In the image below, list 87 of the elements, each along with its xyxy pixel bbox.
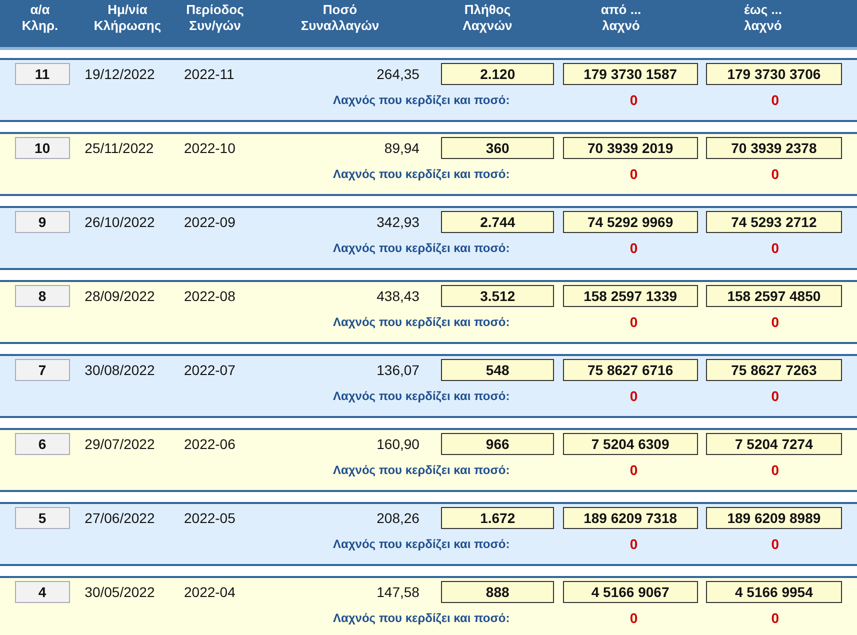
column-header: Περίοδος Συν/γών bbox=[185, 2, 245, 35]
winning-label: Λαχνός που κερδίζει και ποσό: bbox=[333, 240, 511, 257]
transaction-amount: 89,94 bbox=[383, 138, 420, 158]
draw-date: 28/09/2022 bbox=[84, 286, 156, 306]
winning-amount: 0 bbox=[770, 386, 780, 406]
ticket-from: 74 5292 9969 bbox=[562, 211, 698, 233]
column-header: από ... λαχνό bbox=[600, 2, 642, 35]
draw-period: 2022-05 bbox=[184, 508, 236, 528]
transaction-amount: 438,43 bbox=[376, 286, 420, 306]
winning-ticket: 0 bbox=[628, 164, 639, 184]
ticket-from: 189 6209 7318 bbox=[562, 507, 698, 529]
transaction-amount: 342,93 bbox=[376, 212, 420, 232]
winning-amount: 0 bbox=[770, 238, 780, 258]
transaction-amount: 208,26 bbox=[376, 508, 420, 528]
winning-ticket: 0 bbox=[628, 90, 639, 110]
winning-amount: 0 bbox=[770, 90, 780, 110]
draw-date: 30/08/2022 bbox=[84, 360, 156, 380]
draw-number: 8 bbox=[15, 285, 70, 307]
ticket-to: 70 3939 2378 bbox=[706, 137, 842, 159]
winning-label: Λαχνός που κερδίζει και ποσό: bbox=[333, 536, 511, 553]
column-header: έως ... λαχνό bbox=[742, 2, 784, 35]
winning-ticket: 0 bbox=[628, 312, 639, 332]
draw-number: 7 bbox=[15, 359, 70, 381]
column-header: α/α Κληρ. bbox=[20, 2, 60, 35]
ticket-count: 3.512 bbox=[441, 285, 554, 307]
ticket-count: 1.672 bbox=[441, 507, 554, 529]
winning-ticket: 0 bbox=[628, 534, 639, 554]
draw-date: 26/10/2022 bbox=[84, 212, 156, 232]
ticket-from: 75 8627 6716 bbox=[562, 359, 698, 381]
winning-ticket: 0 bbox=[628, 238, 639, 258]
draw-date: 30/05/2022 bbox=[84, 582, 156, 602]
ticket-from: 4 5166 9067 bbox=[562, 581, 698, 603]
ticket-count: 548 bbox=[441, 359, 554, 381]
ticket-to: 189 6209 8989 bbox=[706, 507, 842, 529]
ticket-count: 888 bbox=[441, 581, 554, 603]
ticket-from: 179 3730 1587 bbox=[562, 63, 698, 85]
draw-number: 6 bbox=[15, 433, 70, 455]
draw-number: 4 bbox=[15, 581, 70, 603]
winning-amount: 0 bbox=[770, 460, 780, 480]
transaction-amount: 160,90 bbox=[376, 434, 420, 454]
draw-period: 2022-11 bbox=[184, 64, 236, 84]
draw-number: 5 bbox=[15, 507, 70, 529]
winning-amount: 0 bbox=[770, 534, 780, 554]
transaction-amount: 264,35 bbox=[376, 64, 420, 84]
winning-label: Λαχνός που κερδίζει και ποσό: bbox=[333, 388, 511, 405]
ticket-to: 158 2597 4850 bbox=[706, 285, 842, 307]
draw-period: 2022-08 bbox=[184, 286, 236, 306]
ticket-from: 70 3939 2019 bbox=[562, 137, 698, 159]
ticket-from: 7 5204 6309 bbox=[562, 433, 698, 455]
draw-number: 9 bbox=[15, 211, 70, 233]
winning-amount: 0 bbox=[770, 164, 780, 184]
winning-amount: 0 bbox=[770, 312, 780, 332]
winning-label: Λαχνός που κερδίζει και ποσό: bbox=[333, 462, 511, 479]
column-header: Ημ/νία Κλήρωσης bbox=[92, 2, 162, 35]
ticket-to: 7 5204 7274 bbox=[706, 433, 842, 455]
draw-date: 27/06/2022 bbox=[84, 508, 156, 528]
draw-date: 25/11/2022 bbox=[84, 138, 155, 158]
winning-label: Λαχνός που κερδίζει και ποσό: bbox=[333, 610, 511, 627]
winning-ticket: 0 bbox=[628, 608, 639, 628]
draw-number: 11 bbox=[15, 63, 70, 85]
transaction-amount: 147,58 bbox=[376, 582, 420, 602]
transaction-amount: 136,07 bbox=[376, 360, 420, 380]
draw-date: 19/12/2022 bbox=[84, 64, 156, 84]
winning-ticket: 0 bbox=[628, 386, 639, 406]
winning-label: Λαχνός που κερδίζει και ποσό: bbox=[333, 166, 511, 183]
ticket-to: 74 5293 2712 bbox=[706, 211, 842, 233]
ticket-to: 75 8627 7263 bbox=[706, 359, 842, 381]
draw-period: 2022-10 bbox=[184, 138, 236, 158]
draw-period: 2022-07 bbox=[184, 360, 236, 380]
ticket-count: 2.120 bbox=[441, 63, 554, 85]
winning-amount: 0 bbox=[770, 608, 780, 628]
draw-date: 29/07/2022 bbox=[84, 434, 156, 454]
ticket-from: 158 2597 1339 bbox=[562, 285, 698, 307]
draw-period: 2022-06 bbox=[184, 434, 236, 454]
ticket-count: 966 bbox=[441, 433, 554, 455]
ticket-to: 4 5166 9954 bbox=[706, 581, 842, 603]
column-header: Πλήθος Λαχνών bbox=[462, 2, 514, 35]
ticket-count: 2.744 bbox=[441, 211, 554, 233]
winning-ticket: 0 bbox=[628, 460, 639, 480]
column-header: Ποσό Συναλλαγών bbox=[300, 2, 380, 35]
winning-label: Λαχνός που κερδίζει και ποσό: bbox=[333, 314, 511, 331]
draw-period: 2022-09 bbox=[184, 212, 236, 232]
winning-label: Λαχνός που κερδίζει και ποσό: bbox=[333, 92, 511, 109]
ticket-to: 179 3730 3706 bbox=[706, 63, 842, 85]
draw-number: 10 bbox=[15, 137, 70, 159]
ticket-count: 360 bbox=[441, 137, 554, 159]
draw-period: 2022-04 bbox=[184, 582, 236, 602]
